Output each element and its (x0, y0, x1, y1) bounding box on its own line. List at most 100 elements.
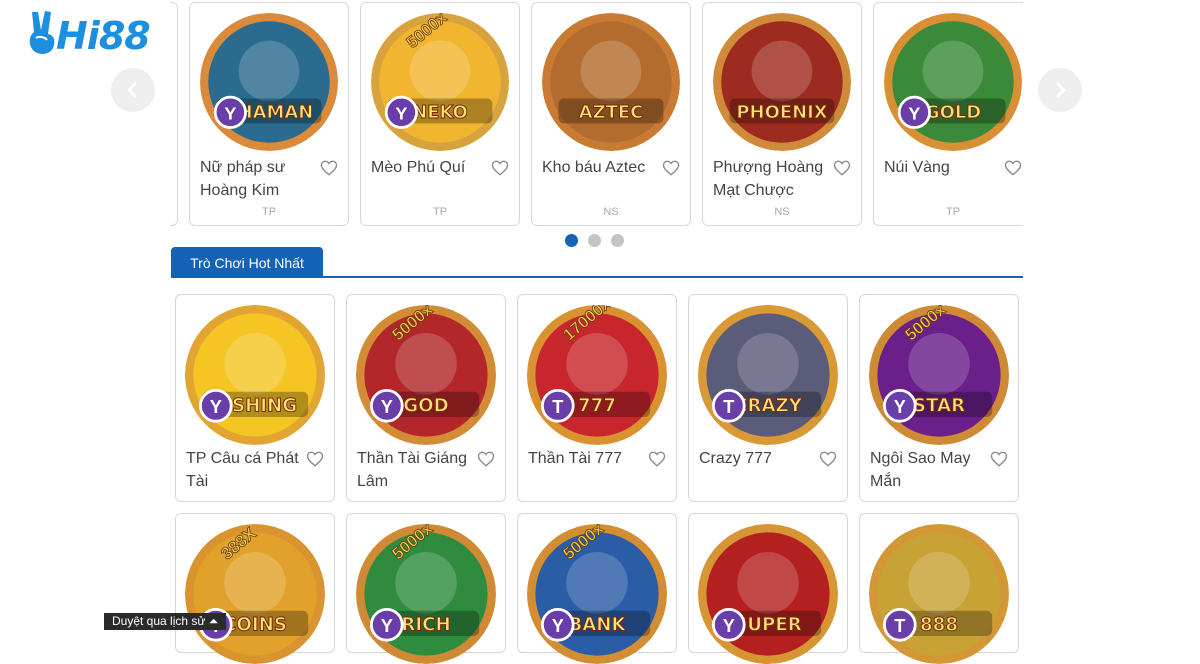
favorite-button[interactable] (306, 450, 324, 468)
svg-text:STAR: STAR (913, 395, 965, 416)
game-provider: NS (774, 206, 790, 218)
svg-text:Y: Y (395, 103, 407, 123)
svg-text:GOD: GOD (403, 395, 449, 416)
game-card[interactable]: COINS388XT (175, 513, 335, 664)
svg-text:NEKO: NEKO (412, 102, 468, 123)
game-thumbnail[interactable]: SUPER Y (698, 524, 838, 664)
favorite-button[interactable] (819, 450, 837, 468)
game-name: Phượng Hoàng Mạt Chược (713, 159, 824, 199)
svg-text:T: T (723, 397, 734, 417)
svg-text:Y: Y (552, 616, 564, 636)
game-name: Mèo Phú Quí (371, 159, 466, 176)
hi88-logo[interactable]: Hi88 (22, 8, 151, 58)
svg-text:Y: Y (224, 103, 236, 123)
game-name: Thần Tài 777 (528, 450, 622, 467)
favorite-button[interactable] (833, 159, 851, 177)
game-name: TP Câu cá Phát Tài (186, 450, 299, 490)
svg-text:BANK: BANK (568, 614, 626, 635)
game-name: Nữ pháp sư Hoàng Kim (200, 159, 286, 199)
carousel-dot[interactable] (611, 234, 624, 247)
svg-text:888: 888 (920, 614, 958, 635)
favorite-button[interactable] (1004, 159, 1022, 177)
game-card[interactable]: GOD 5000x Y Thần Tài Giáng Lâm (346, 294, 506, 502)
favorite-button[interactable] (990, 450, 1008, 468)
heart-icon (662, 160, 680, 176)
carousel-dot[interactable] (588, 234, 601, 247)
game-card[interactable]: FISHING Y TP Câu cá Phát Tài (175, 294, 335, 502)
svg-text:Y: Y (723, 616, 735, 636)
carousel-next-button[interactable] (1038, 68, 1082, 112)
game-thumbnail[interactable]: PHOENIX (713, 13, 851, 151)
chevron-right-icon (1056, 82, 1066, 98)
game-card[interactable]: RICH 5000x Y (346, 513, 506, 664)
game-thumbnail[interactable]: GOD 5000x Y (356, 305, 496, 445)
carousel-dot[interactable] (565, 234, 578, 247)
game-card[interactable]: NEKO 5000x Y Mèo Phú Quí TP (360, 2, 520, 226)
game-thumbnail[interactable]: NEKO 5000x Y (371, 13, 509, 151)
favorite-button[interactable] (320, 159, 338, 177)
section-tab-hot-games[interactable]: Trò Chơi Hot Nhất (171, 247, 323, 278)
game-thumbnail[interactable]: STAR 5000x Y (869, 305, 1009, 445)
game-card[interactable]: GOLD Y Núi Vàng TP (873, 2, 1023, 226)
svg-text:Y: Y (381, 616, 393, 636)
svg-text:Y: Y (210, 397, 222, 417)
featured-games-carousel: SHAMAN Y Nữ pháp sư Hoàng Kim TP NEKO 5000x Y M… (170, 0, 1023, 230)
carousel-prev-button[interactable] (111, 68, 155, 112)
game-provider: TP (432, 206, 448, 218)
svg-text:777: 777 (578, 395, 616, 416)
game-card[interactable]: CRAZY T Crazy 777 (688, 294, 848, 502)
game-name: Crazy 777 (699, 450, 772, 467)
game-name: Thần Tài Giáng Lâm (357, 450, 467, 490)
heart-icon (306, 451, 324, 467)
heart-icon (1004, 160, 1022, 176)
game-card[interactable]: STAR 5000x Y Ngôi Sao May Mắn (859, 294, 1019, 502)
game-thumbnail[interactable]: AZTEC (542, 13, 680, 151)
heart-icon (491, 160, 509, 176)
favorite-button[interactable] (491, 159, 509, 177)
game-card-partial[interactable] (170, 2, 178, 226)
section-divider (171, 276, 1023, 278)
game-thumbnail[interactable]: 777 17000x T (527, 305, 667, 445)
favorite-button[interactable] (477, 450, 495, 468)
svg-text:T: T (894, 616, 905, 636)
game-thumbnail[interactable]: SHAMAN Y (200, 13, 338, 151)
svg-text:Y: Y (894, 397, 906, 417)
game-provider: TP (945, 206, 961, 218)
svg-text:RICH: RICH (401, 614, 450, 635)
heart-icon (320, 160, 338, 176)
game-card[interactable]: SUPER Y (688, 513, 848, 664)
game-card[interactable]: BANK 5000x Y (517, 513, 677, 664)
svg-text:Y: Y (908, 103, 920, 123)
game-thumbnail[interactable]: FISHING Y (185, 305, 325, 445)
svg-text:PHOENIX: PHOENIX (736, 102, 827, 123)
favorite-button[interactable] (648, 450, 666, 468)
game-thumbnail[interactable]: COINS388XT (185, 524, 325, 664)
game-thumbnail[interactable]: GOLD Y (884, 13, 1022, 151)
heart-icon (990, 451, 1008, 467)
heart-icon (819, 451, 837, 467)
svg-text:AZTEC: AZTEC (579, 102, 644, 123)
svg-text:COINS: COINS (223, 614, 287, 635)
heart-icon (477, 451, 495, 467)
svg-text:T: T (552, 397, 563, 417)
heart-icon (648, 451, 666, 467)
svg-text:Y: Y (381, 397, 393, 417)
favorite-button[interactable] (662, 159, 680, 177)
svg-text:GOLD: GOLD (925, 102, 981, 123)
game-provider: TP (261, 206, 277, 218)
game-thumbnail[interactable]: BANK 5000x Y (527, 524, 667, 664)
heart-icon (833, 160, 851, 176)
game-thumbnail[interactable]: CRAZY T (698, 305, 838, 445)
game-card[interactable]: SHAMAN Y Nữ pháp sư Hoàng Kim TP (189, 2, 349, 226)
game-thumbnail[interactable]: RICH 5000x Y (356, 524, 496, 664)
logo-text: Hi88 (56, 14, 151, 58)
game-thumbnail[interactable]: 888 T (869, 524, 1009, 664)
game-card[interactable]: PHOENIX Phượng Hoàng Mạt Chược NS (702, 2, 862, 226)
game-name: Núi Vàng (884, 159, 950, 176)
chevron-left-icon (127, 82, 137, 98)
game-card[interactable]: 777 17000x T Thần Tài 777 (517, 294, 677, 502)
game-provider: NS (603, 206, 619, 218)
browse-history-button[interactable]: Duyệt qua lịch sử ⏶ (104, 613, 227, 630)
game-card[interactable]: AZTEC Kho báu Aztec NS (531, 2, 691, 226)
game-card[interactable]: 888 T (859, 513, 1019, 664)
